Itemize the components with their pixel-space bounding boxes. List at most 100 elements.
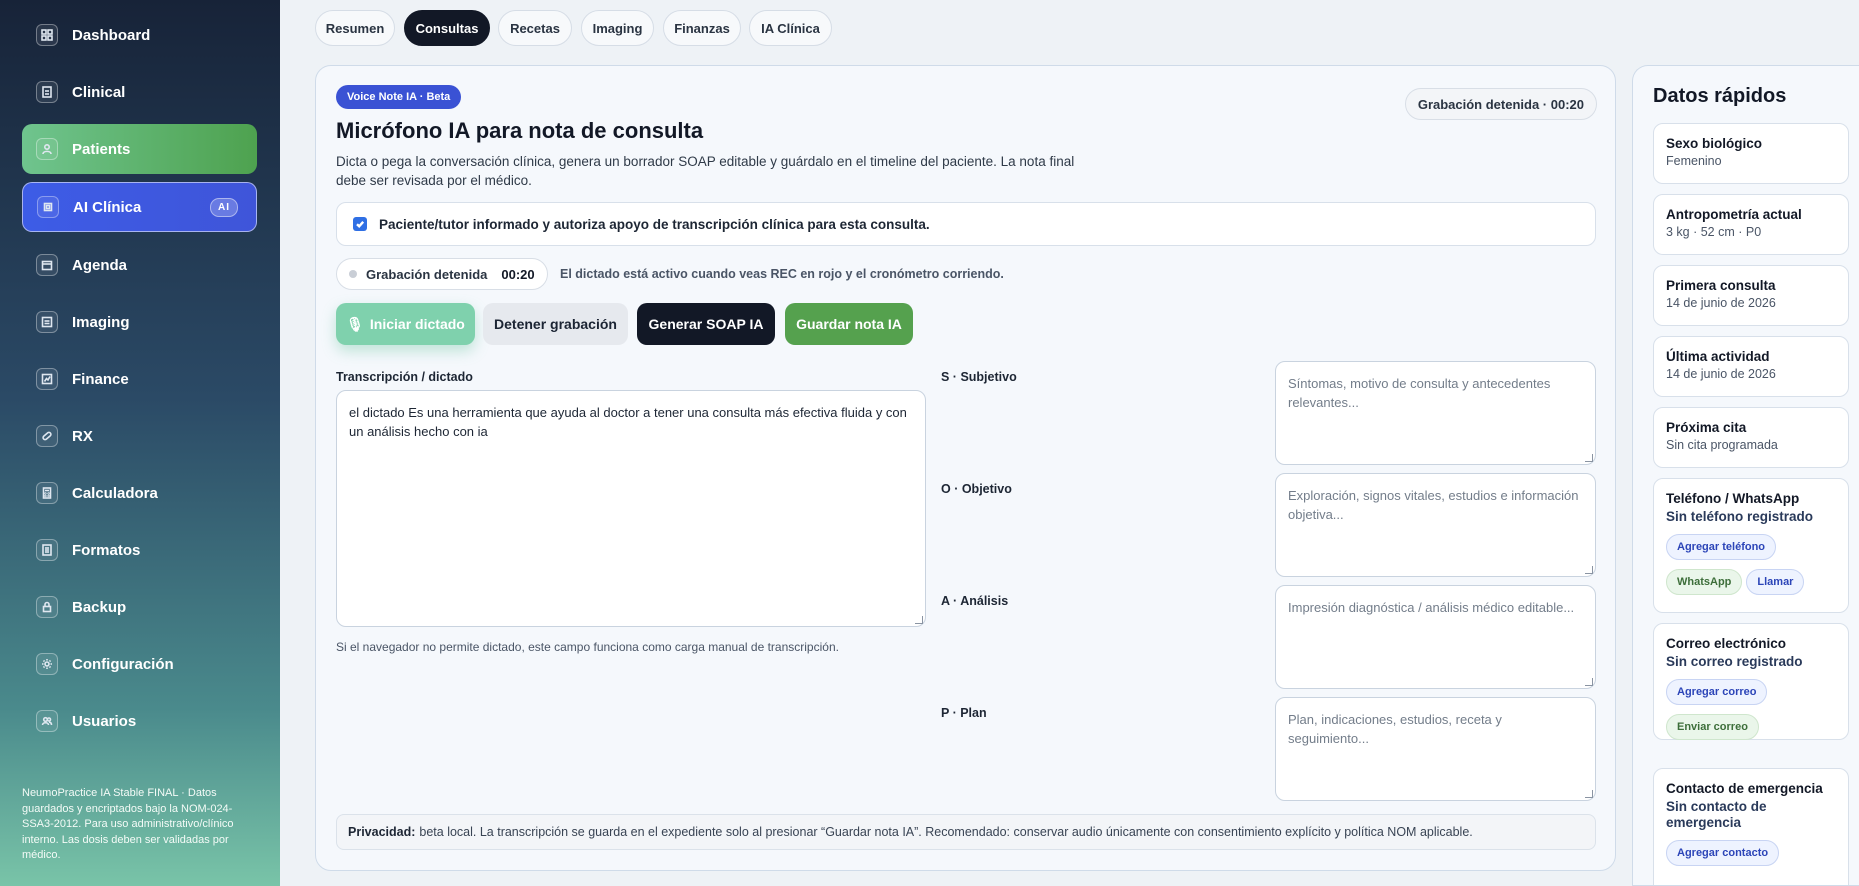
calendar-icon [36,254,58,276]
generate-soap-button[interactable]: Generar SOAP IA [637,303,775,345]
finance-icon [36,368,58,390]
transcript-textarea[interactable]: el dictado Es una herramienta que ayuda … [336,390,926,627]
tab-resumen[interactable]: Resumen [315,10,395,46]
lock-icon [36,596,58,618]
sidebar-item-backup[interactable]: Backup [22,582,257,632]
consent-checkbox[interactable] [353,217,367,231]
recording-indicator: Grabación detenida 00:20 [336,258,548,290]
sidebar-item-usuarios[interactable]: Usuarios [22,696,257,746]
soap-a-placeholder: Impresión diagnóstica / análisis médico … [1288,600,1575,615]
chip-icon [37,196,59,218]
info-first-visit: Primera consulta 14 de junio de 2026 [1653,265,1849,326]
info-key: Antropometría actual [1666,207,1802,222]
info-key: Última actividad [1666,349,1770,364]
tab-recetas[interactable]: Recetas [498,10,572,46]
sidebar-item-patients[interactable]: Patients [22,124,257,174]
save-note-button[interactable]: Guardar nota IA [785,303,913,345]
sidebar-item-agenda[interactable]: Agenda [22,240,257,290]
consent-row[interactable]: Paciente/tutor informado y autoriza apoy… [336,202,1596,246]
soap-o-label: O · Objetivo [941,482,1012,496]
tab-imaging[interactable]: Imaging [581,10,654,46]
send-email-button[interactable]: Enviar correo [1666,714,1759,740]
sidebar-item-clinical[interactable]: Clinical [22,67,257,117]
add-email-button[interactable]: Agregar correo [1666,679,1768,705]
sidebar-item-label: Configuración [72,655,174,673]
sidebar-item-rx[interactable]: RX [22,411,257,461]
sidebar-item-configuracion[interactable]: Configuración [22,639,257,689]
sidebar-item-label: AI Clínica [73,198,142,216]
sidebar-item-label: Usuarios [72,712,137,730]
privacy-text: beta local. La transcripción se guarda e… [419,825,1473,839]
info-key: Sexo biológico [1666,136,1763,151]
privacy-note: Privacidad: beta local. La transcripción… [336,814,1596,850]
soap-s-placeholder: Síntomas, motivo de consulta y anteceden… [1288,376,1551,410]
beta-badge: Voice Note IA · Beta [336,85,462,109]
add-contact-button[interactable]: Agregar contacto [1666,840,1780,866]
info-value: 14 de junio de 2026 [1666,296,1776,310]
recording-timer: 00:20 [501,266,535,282]
info-sex: Sexo biológico Femenino [1653,123,1849,184]
recording-status-badge: Grabación detenida · 00:20 [1404,88,1597,120]
info-value: 3 kg · 52 cm · P0 [1666,225,1762,239]
info-key: Próxima cita [1666,420,1747,435]
user-icon [36,138,58,160]
sidebar-item-calculadora[interactable]: Calculadora [22,468,257,518]
whatsapp-button[interactable]: WhatsApp [1666,569,1743,595]
info-value: Sin teléfono registrado [1666,509,1814,524]
sidebar-item-formatos[interactable]: Formatos [22,525,257,575]
grid-icon [36,24,58,46]
sidebar: Dashboard Clinical Patients AI Clínica A… [0,0,280,886]
info-next-appointment: Próxima cita Sin cita programada [1653,407,1849,468]
soap-s-label: S · Subjetivo [941,370,1017,384]
info-value: 14 de junio de 2026 [1666,367,1776,381]
sidebar-item-label: Calculadora [72,484,158,502]
sidebar-item-label: Imaging [72,313,130,331]
sidebar-item-label: Dashboard [72,26,151,44]
sidebar-item-ai-clinica[interactable]: AI Clínica AI [22,182,257,232]
sidebar-item-label: Formatos [72,541,141,559]
transcript-label: Transcripción / dictado [336,370,473,384]
soap-p-textarea[interactable]: Plan, indicaciones, estudios, receta y s… [1275,697,1596,801]
resize-handle[interactable] [1585,790,1593,798]
file-icon [36,81,58,103]
tab-finanzas[interactable]: Finanzas [663,10,741,46]
sidebar-item-label: Backup [72,598,127,616]
stop-recording-button[interactable]: Detener grabación [483,303,628,345]
gear-icon [36,653,58,675]
info-value: Sin contacto de emergencia [1666,799,1767,830]
start-dictation-button[interactable]: 🎙 Iniciar dictado [336,303,475,345]
users-icon [36,710,58,732]
transcript-value: el dictado Es una herramienta que ayuda … [349,405,907,439]
resize-handle[interactable] [1585,678,1593,686]
sidebar-footer: NeumoPractice IA Stable FINAL · Datos gu… [22,787,234,861]
resize-handle[interactable] [1585,566,1593,574]
sidebar-item-finance[interactable]: Finance [22,354,257,404]
soap-s-textarea[interactable]: Síntomas, motivo de consulta y anteceden… [1275,361,1596,465]
info-value: Sin cita programada [1666,438,1778,452]
document-icon [36,539,58,561]
sidebar-item-dashboard[interactable]: Dashboard [22,10,257,60]
info-emergency-contact: Contacto de emergencia Sin contacto de e… [1653,768,1849,885]
soap-o-textarea[interactable]: Exploración, signos vitales, estudios e … [1275,473,1596,577]
tab-consultas[interactable]: Consultas [404,10,490,46]
call-button[interactable]: Llamar [1746,569,1805,595]
sidebar-item-imaging[interactable]: Imaging [22,297,257,347]
info-phone: Teléfono / WhatsApp Sin teléfono registr… [1653,478,1849,613]
resize-handle[interactable] [1585,454,1593,462]
info-email: Correo electrónico Sin correo registrado… [1653,623,1849,740]
transcript-helper: Si el navegador no permite dictado, este… [336,640,839,654]
soap-p-label: P · Plan [941,706,987,720]
privacy-label: Privacidad: [348,825,416,839]
soap-a-textarea[interactable]: Impresión diagnóstica / análisis médico … [1275,585,1596,689]
recording-hint: El dictado está activo cuando veas REC e… [560,267,1004,281]
tab-ia-clinica[interactable]: IA Clínica [749,10,832,46]
microphone-icon: 🎙 [346,315,364,332]
info-key: Correo electrónico [1666,636,1787,651]
rec-dot [349,270,357,278]
resize-handle[interactable] [915,616,923,624]
soap-a-label: A · Análisis [941,594,1009,608]
voice-note-card: Voice Note IA · Beta Grabación detenida … [315,65,1616,871]
add-phone-button[interactable]: Agregar teléfono [1666,534,1777,560]
info-last-activity: Última actividad 14 de junio de 2026 [1653,336,1849,397]
soap-p-placeholder: Plan, indicaciones, estudios, receta y s… [1288,712,1502,746]
